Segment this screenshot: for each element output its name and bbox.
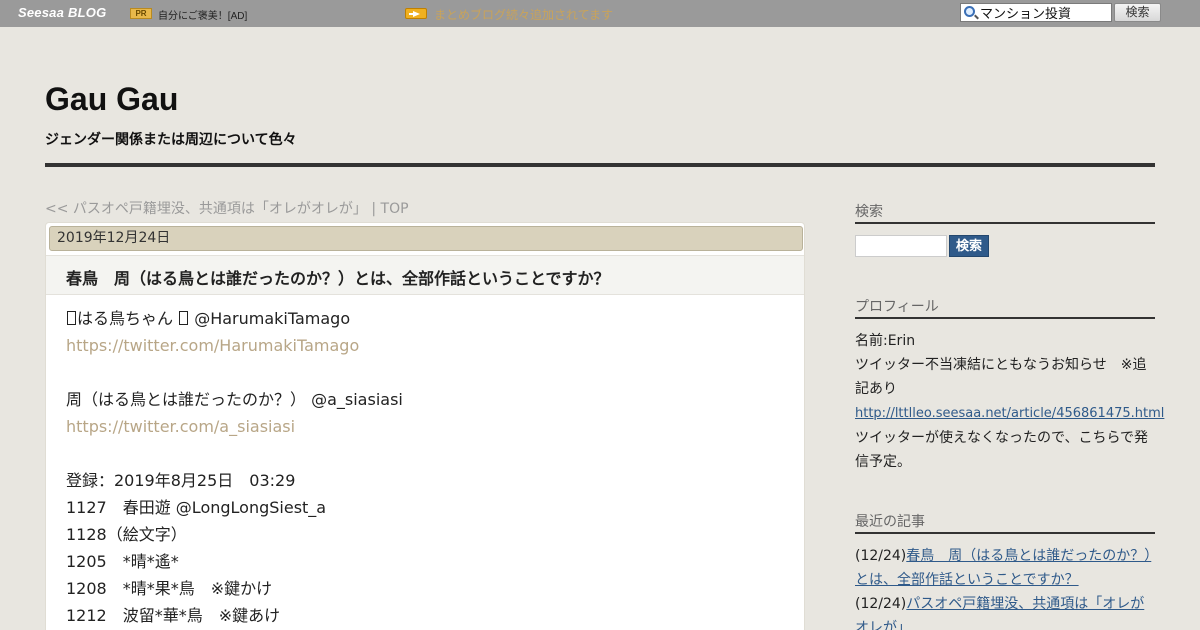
body-text: はる鳥ちゃん	[77, 309, 174, 328]
body-text: 1212 波留*華*鳥 ※鍵あけ	[66, 606, 281, 625]
sidebar-divider	[855, 222, 1155, 224]
prev-article-link[interactable]: << パスオペ戸籍埋没、共通項は「オレがオレが」	[45, 201, 367, 217]
article-nav: << パスオペ戸籍埋没、共通項は「オレがオレが」 | TOP	[45, 198, 409, 218]
sidebar-divider	[855, 317, 1155, 319]
body-line: 1208 *晴*果*鳥 ※鍵かけ	[66, 575, 786, 602]
logo-blog-text: BLOG	[68, 5, 107, 20]
body-line	[66, 359, 786, 386]
top-search-button[interactable]: 検索	[1114, 3, 1161, 22]
article: 2019年12月24日 春鳥 周（はる鳥とは誰だったのか？）とは、全部作話という…	[45, 222, 805, 630]
profile-name: 名前:Erin	[855, 333, 916, 349]
body-line: 1205 *晴*遙*	[66, 548, 786, 575]
recent-date: (12/24)	[855, 596, 907, 612]
notice-link[interactable]: まとめブログ続々追加されてます	[434, 6, 613, 23]
body-line	[66, 440, 786, 467]
recent-date: (12/24)	[855, 548, 907, 564]
nav-separator: |	[371, 201, 377, 217]
body-line: はる鳥ちゃん @HarumakiTamago	[66, 305, 786, 332]
twitter-link[interactable]: https://twitter.com/a_siasiasi	[66, 417, 295, 436]
body-text: @HarumakiTamago	[194, 309, 351, 328]
sidebar-recent-heading: 最近の記事	[855, 514, 925, 530]
list-item: (12/24)パスオペ戸籍埋没、共通項は「オレがオレが」	[855, 592, 1155, 630]
body-text: 1205 *晴*遙*	[66, 552, 179, 571]
recent-list: (12/24)春鳥 周（はる鳥とは誰だったのか？）とは、全部作話ということですか…	[855, 544, 1155, 630]
body-line: https://twitter.com/HarumakiTamago	[66, 332, 786, 359]
body-text: 周（はる鳥とは誰だったのか？） @a_siasiasi	[66, 390, 403, 409]
body-line: https://twitter.com/a_siasiasi	[66, 413, 786, 440]
profile-note: ツイッター不当凍結にともなうお知らせ ※追記あり	[855, 357, 1147, 397]
emoji-placeholder-icon	[67, 311, 76, 325]
blog-title[interactable]: Gau Gau	[45, 81, 178, 118]
profile-block: 名前:Erin ツイッター不当凍結にともなうお知らせ ※追記あり http://…	[855, 329, 1164, 474]
top-bar: Seesaa BLOG PR 自分にご褒美！[AD] まとめブログ続々追加されてま…	[0, 0, 1200, 27]
body-line: 登録：2019年8月25日 03:29	[66, 467, 786, 494]
body-text: 1128（絵文字）	[66, 525, 187, 544]
blog-description: ジェンダー関係または周辺について色々	[45, 132, 297, 148]
sidebar-profile-heading: プロフィール	[855, 299, 939, 315]
pr-badge: PR	[130, 8, 152, 19]
top-search-input[interactable]	[980, 4, 1110, 21]
body-text: 1208 *晴*果*鳥 ※鍵かけ	[66, 579, 273, 598]
top-link[interactable]: TOP	[381, 201, 409, 217]
article-title[interactable]: 春鳥 周（はる鳥とは誰だったのか？）とは、全部作話ということですか？	[66, 265, 610, 289]
logo-text: Seesaa	[18, 5, 65, 20]
sidebar-divider	[855, 532, 1155, 534]
seesaa-blog-logo[interactable]: Seesaa BLOG	[18, 5, 106, 20]
profile-link[interactable]: http://lttlleo.seesaa.net/article/456861…	[855, 406, 1164, 421]
arrow-right-icon	[405, 8, 427, 19]
sidebar-search-input[interactable]	[855, 235, 947, 257]
body-line: 周（はる鳥とは誰だったのか？） @a_siasiasi	[66, 386, 786, 413]
body-line: 1212 波留*華*鳥 ※鍵あけ	[66, 602, 786, 629]
header-divider	[45, 163, 1155, 167]
body-text: 登録：2019年8月25日 03:29	[66, 471, 296, 490]
twitter-link[interactable]: https://twitter.com/HarumakiTamago	[66, 336, 359, 355]
article-title-bar: 春鳥 周（はる鳥とは誰だったのか？）とは、全部作話ということですか？	[46, 255, 804, 295]
body-line: 1127 春田遊 @LongLongSiest_a	[66, 494, 786, 521]
profile-note-2: ツイッターが使えなくなったので、こちらで発信予定。	[855, 430, 1149, 470]
body-line: 1128（絵文字）	[66, 521, 786, 548]
top-search-box[interactable]	[960, 3, 1112, 22]
search-icon	[964, 6, 975, 17]
article-body: はる鳥ちゃん @HarumakiTamago https://twitter.c…	[66, 305, 786, 629]
list-item: (12/24)春鳥 周（はる鳥とは誰だったのか？）とは、全部作話ということですか…	[855, 544, 1155, 592]
body-text: 1127 春田遊 @LongLongSiest_a	[66, 498, 327, 517]
pr-ad-link[interactable]: 自分にご褒美！[AD]	[158, 7, 247, 22]
article-date: 2019年12月24日	[49, 226, 803, 251]
sidebar-search-heading: 検索	[855, 204, 883, 220]
sidebar-search-button[interactable]: 検索	[949, 235, 989, 257]
emoji-placeholder-icon	[179, 311, 189, 325]
